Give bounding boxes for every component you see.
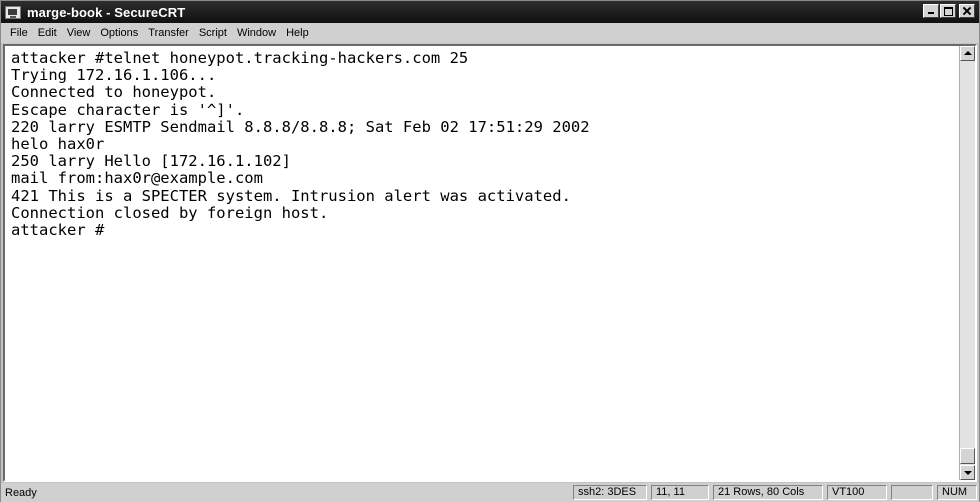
scrollbar-thumb[interactable] [960, 448, 975, 464]
scroll-down-arrow-icon[interactable] [960, 465, 975, 480]
minimize-button[interactable] [923, 4, 939, 18]
menu-view[interactable]: View [67, 27, 91, 39]
menu-help[interactable]: Help [286, 27, 309, 39]
maximize-button[interactable] [940, 4, 956, 18]
window-title: marge-book - SecureCRT [27, 4, 186, 20]
status-num-lock: NUM [937, 485, 977, 500]
title-bar[interactable]: marge-book - SecureCRT [1, 1, 979, 23]
terminal-output[interactable]: attacker #telnet honeypot.tracking-hacke… [5, 46, 959, 480]
status-blank-panel [891, 485, 933, 500]
vertical-scrollbar[interactable] [959, 46, 975, 480]
menu-window[interactable]: Window [237, 27, 276, 39]
securecrt-window: marge-book - SecureCRT File Edit View Op… [0, 0, 980, 502]
terminal-line: 421 This is a SPECTER system. Intrusion … [11, 186, 571, 205]
terminal-line: Trying 172.16.1.106... [11, 66, 217, 85]
window-controls [922, 4, 975, 18]
terminal-line: Escape character is '^]'. [11, 100, 245, 119]
status-cursor-position: 11, 11 [651, 485, 709, 500]
terminal-line: 250 larry Hello [172.16.1.102] [11, 152, 291, 171]
menu-script[interactable]: Script [199, 27, 227, 39]
menu-transfer[interactable]: Transfer [148, 27, 189, 39]
securecrt-app-icon[interactable] [5, 5, 21, 19]
status-emulation: VT100 [827, 485, 887, 500]
terminal-line: mail from:hax0r@example.com [11, 169, 263, 188]
terminal-line: helo hax0r [11, 135, 105, 154]
status-encryption: ssh2: 3DES [573, 485, 647, 500]
menu-file[interactable]: File [10, 27, 28, 39]
terminal-line: 220 larry ESMTP Sendmail 8.8.8/8.8.8; Sa… [11, 117, 590, 136]
status-terminal-size: 21 Rows, 80 Cols [713, 485, 823, 500]
scroll-up-arrow-icon[interactable] [960, 46, 975, 61]
close-button[interactable] [959, 4, 975, 18]
terminal-frame: attacker #telnet honeypot.tracking-hacke… [3, 44, 977, 482]
terminal-line: attacker #telnet honeypot.tracking-hacke… [11, 49, 469, 67]
menu-options[interactable]: Options [100, 27, 138, 39]
status-bar: Ready ssh2: 3DES 11, 11 21 Rows, 80 Cols… [1, 483, 979, 502]
terminal-line: Connected to honeypot. [11, 83, 217, 102]
terminal-prompt-line: attacker # [11, 221, 105, 240]
menu-edit[interactable]: Edit [38, 27, 57, 39]
menu-bar: File Edit View Options Transfer Script W… [1, 23, 979, 43]
terminal-line: Connection closed by foreign host. [11, 203, 329, 222]
status-ready-text: Ready [5, 486, 37, 499]
